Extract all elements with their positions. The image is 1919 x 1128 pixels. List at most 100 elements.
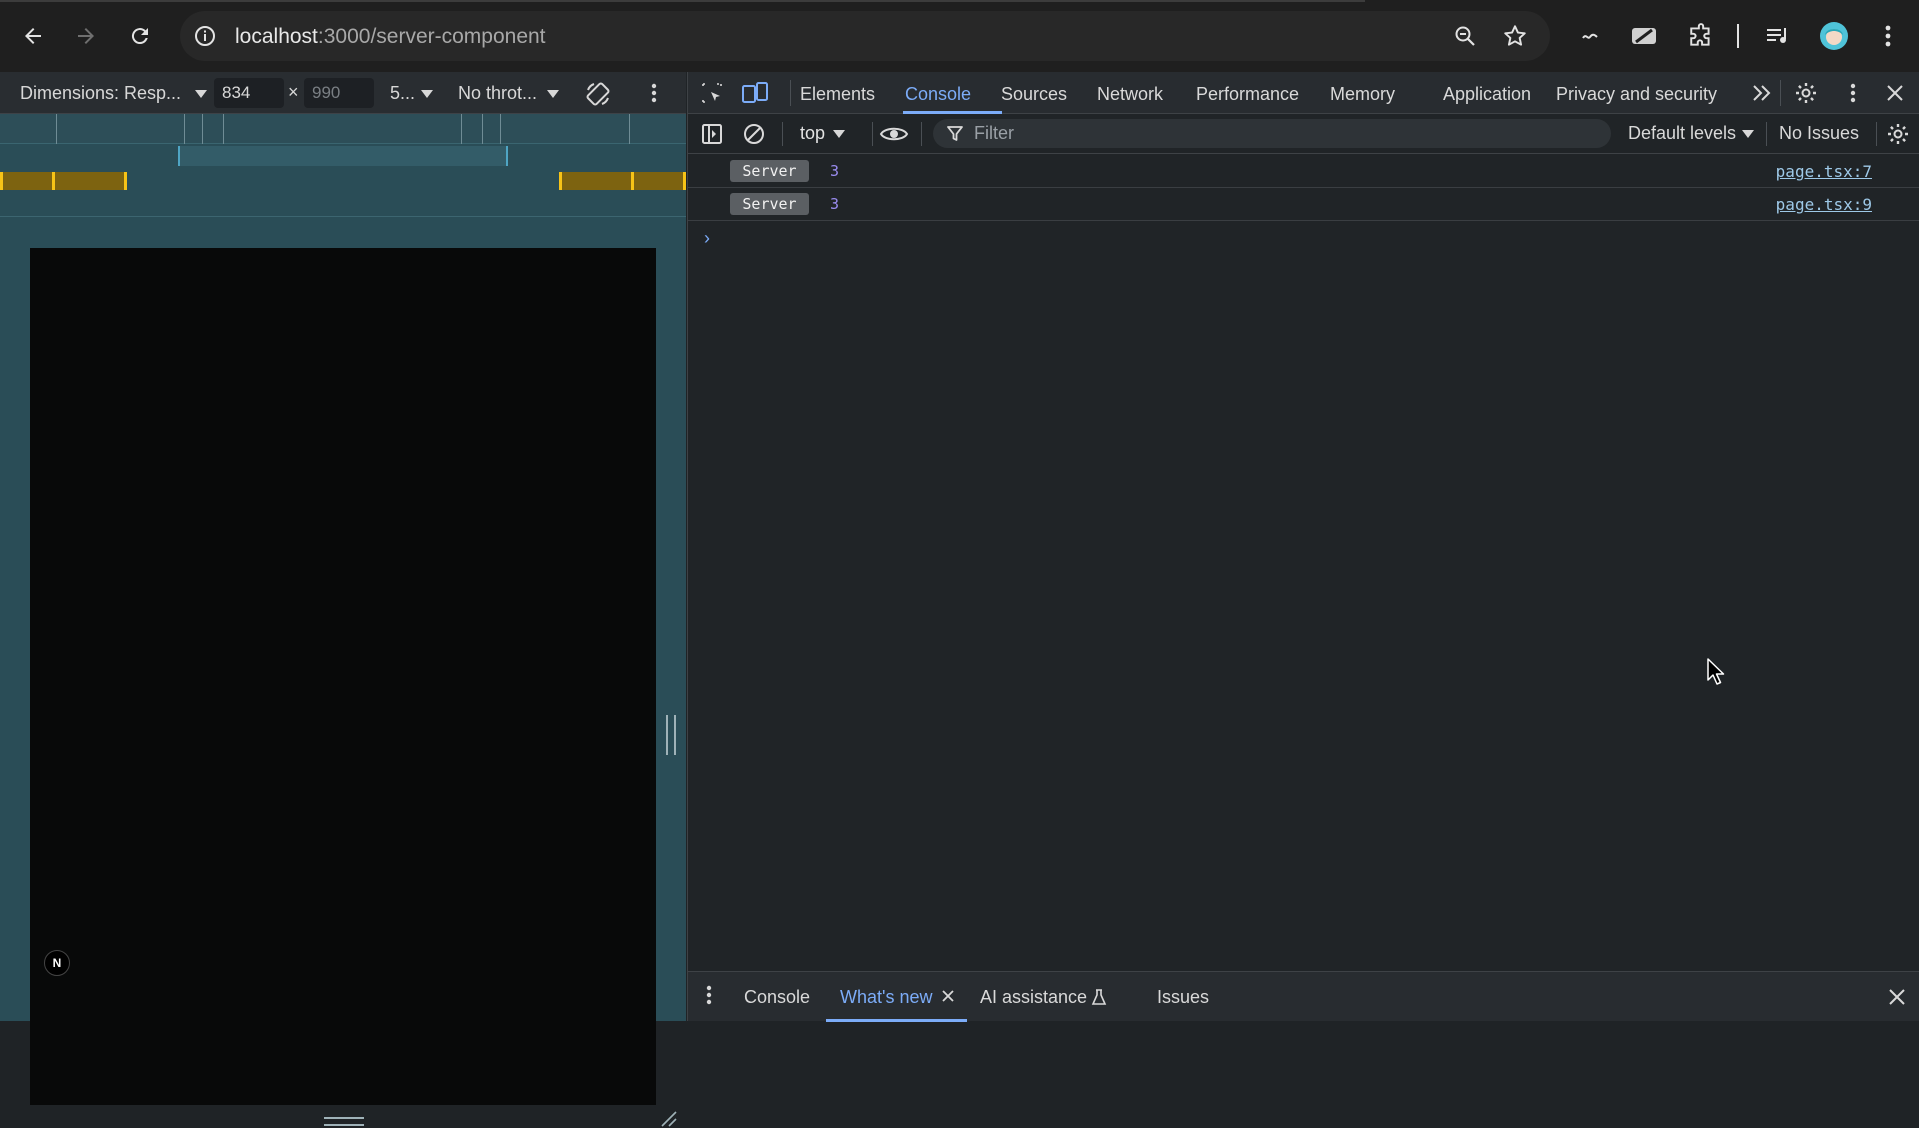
emulated-viewport[interactable] [30,248,656,1105]
chevron-down-icon [547,90,560,99]
tab-memory[interactable]: Memory [1330,84,1395,105]
ruler-tick [482,114,483,144]
url-host: localhost [235,25,318,48]
more-tabs-icon[interactable] [1752,84,1772,102]
ruler-tick [56,114,57,144]
devtools-panel: Elements Console Sources Network Perform… [687,72,1919,1022]
browser-toolbar: localhost:3000/server-component [0,0,1919,72]
times-icon: × [288,82,299,102]
dimensions-dropdown[interactable]: Dimensions: Resp... [20,83,208,104]
context-label: top [800,123,826,143]
sidebar-toggle-icon[interactable] [700,122,724,146]
throttle-label: No throt... [458,83,538,103]
tab-divider [1780,80,1781,106]
ruler-tick [629,114,630,144]
media-icon[interactable] [1762,20,1794,52]
filter-placeholder: Filter [974,123,1014,143]
profile-avatar-icon[interactable] [1818,20,1850,52]
toolbar-divider [782,122,783,146]
site-info-icon[interactable] [193,24,217,48]
drawer-tab-ai-assistance[interactable]: AI assistance [980,987,1087,1008]
console-prompt[interactable]: › [704,228,710,249]
tab-application[interactable]: Application [1443,84,1531,105]
extension-toggle-icon[interactable] [1628,20,1660,52]
console-settings-gear-icon[interactable] [1886,122,1910,146]
url-path: :3000/server-component [317,25,546,48]
filter-funnel-icon [946,125,964,143]
device-toolbar: Dimensions: Resp... 834 × 990 5... No th… [0,72,686,114]
filter-input[interactable] [933,119,1611,148]
source-link[interactable]: page.tsx:7 [1776,162,1872,181]
environment-badge: Server [730,160,809,182]
issues-counter[interactable]: No Issues [1779,123,1859,144]
drawer-menu-icon[interactable] [706,985,712,1005]
throttle-dropdown[interactable]: No throt... [458,83,560,104]
close-devtools-icon[interactable] [1886,84,1904,102]
squiggle-icon[interactable] [1574,20,1606,52]
console-message[interactable]: Server 3 page.tsx:7 [688,155,1919,188]
environment-badge: Server [730,193,809,215]
close-tab-icon[interactable] [941,989,955,1003]
forward-arrow-icon[interactable] [70,20,102,52]
devtools-menu-icon[interactable] [1850,83,1856,103]
zoom-icon[interactable] [1453,24,1477,48]
tab-privacy-security[interactable]: Privacy and security [1556,84,1717,105]
back-arrow-icon[interactable] [17,20,49,52]
tab-console[interactable]: Console [905,84,971,105]
toolbar-divider [1876,122,1877,146]
device-emulation-area [0,114,686,1127]
more-options-icon[interactable] [651,83,657,103]
media-query-marker [683,172,686,190]
height-input[interactable]: 990 [304,78,374,108]
experiment-flask-icon [1091,988,1107,1006]
resize-corner-icon[interactable] [660,1110,678,1128]
live-expression-eye-icon[interactable] [879,122,909,146]
console-message[interactable]: Server 3 page.tsx:9 [688,188,1919,221]
address-bar[interactable]: localhost:3000/server-component [180,11,1550,61]
context-selector[interactable]: top [800,123,846,144]
resize-handle-vertical[interactable] [666,715,676,755]
console-toolbar: top Filter Default levels No Issues [688,114,1919,154]
chevron-down-icon [195,90,208,99]
devtools-tabbar: Elements Console Sources Network Perform… [688,72,1919,114]
source-link[interactable]: page.tsx:9 [1776,195,1872,214]
drawer-tab-console[interactable]: Console [744,987,810,1008]
width-input[interactable]: 834 [214,78,284,108]
extension-icon[interactable] [1685,20,1717,52]
media-query-bar-max[interactable] [178,146,508,166]
media-query-marker [559,172,562,190]
ruler-tick [202,114,203,144]
log-value: 3 [830,162,840,180]
dimensions-label: Dimensions: Resp... [20,83,182,103]
zoom-dropdown[interactable]: 5... [390,83,434,104]
media-query-marker [52,172,55,190]
settings-gear-icon[interactable] [1794,81,1818,105]
media-query-marker [124,172,127,190]
menu-icon[interactable] [1872,20,1904,52]
log-levels-label: Default levels [1628,123,1737,143]
log-levels-dropdown[interactable]: Default levels [1628,123,1755,144]
next-logo-badge[interactable]: N [44,950,70,976]
log-value: 3 [830,195,840,213]
url-text[interactable]: localhost:3000/server-component [235,25,546,49]
bookmark-star-icon[interactable] [1502,23,1528,49]
chevron-down-icon [1742,130,1755,139]
resize-handle-horizontal[interactable] [324,1117,364,1126]
device-toggle-icon[interactable] [742,81,768,105]
media-query-bar-min-left[interactable] [0,172,127,190]
media-query-ruler [0,114,686,144]
clear-console-icon[interactable] [742,122,766,146]
inspect-element-icon[interactable] [700,81,724,105]
tab-network[interactable]: Network [1097,84,1163,105]
ruler-tick [461,114,462,144]
tab-elements[interactable]: Elements [800,84,875,105]
drawer-tab-whats-new[interactable]: What's new [840,987,932,1008]
close-drawer-icon[interactable] [1888,988,1906,1006]
ruler-tick [184,114,185,144]
rotate-icon[interactable] [584,80,612,108]
tab-sources[interactable]: Sources [1001,84,1067,105]
drawer-tab-issues[interactable]: Issues [1157,987,1209,1008]
reload-icon[interactable] [124,20,156,52]
media-query-bar-min-right[interactable] [560,172,686,190]
tab-performance[interactable]: Performance [1196,84,1299,105]
